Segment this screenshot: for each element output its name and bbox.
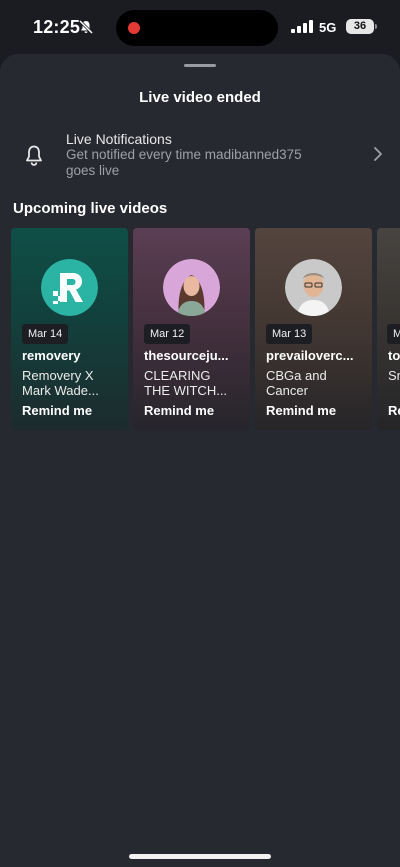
upcoming-heading: Upcoming live videos: [13, 200, 168, 217]
card-username[interactable]: prevailoverc...: [266, 348, 366, 363]
card-description: Sn Fr: [388, 368, 400, 383]
home-indicator[interactable]: [129, 854, 271, 859]
card-description: CBGa and Cancer: [266, 368, 327, 398]
upcoming-card[interactable]: Mar 14 removery Removery X Mark Wade... …: [11, 228, 128, 430]
card-username[interactable]: to: [388, 348, 400, 363]
status-bar: 12:25 5G 36: [0, 0, 400, 54]
battery-icon: 36: [346, 19, 374, 34]
upcoming-card[interactable]: M to Sn Fr Re: [377, 228, 400, 430]
bell-icon: [26, 145, 42, 166]
notifications-title: Live Notifications: [66, 131, 172, 147]
dynamic-island[interactable]: [116, 10, 278, 46]
chevron-right-icon: [374, 147, 382, 161]
network-type: 5G: [319, 20, 337, 35]
removery-logo: [41, 259, 98, 316]
silent-bell-icon: [78, 19, 94, 35]
card-description: Removery X Mark Wade...: [22, 368, 99, 398]
avatar: [41, 259, 98, 316]
date-badge: Mar 13: [266, 324, 313, 344]
sheet-title: Live video ended: [139, 89, 261, 106]
date-badge: Mar 14: [22, 324, 69, 344]
remind-me-button[interactable]: Remind me: [144, 403, 214, 418]
avatar: [163, 259, 220, 316]
date-badge: M: [387, 324, 400, 344]
card-username[interactable]: removery: [22, 348, 122, 363]
remind-me-button[interactable]: Re: [388, 403, 400, 418]
notifications-subtitle: Get notified every time madibanned375 go…: [66, 147, 302, 178]
upcoming-carousel[interactable]: Mar 14 removery Removery X Mark Wade... …: [11, 228, 400, 430]
card-username[interactable]: thesourceju...: [144, 348, 244, 363]
card-description: CLEARING THE WITCH...: [144, 368, 228, 398]
upcoming-card[interactable]: Mar 13 prevailoverc... CBGa and Cancer R…: [255, 228, 372, 430]
sheet-grabber[interactable]: [184, 64, 216, 67]
live-ended-sheet: Live video ended Live Notifications Get …: [0, 54, 400, 867]
avatar: [285, 259, 342, 316]
recording-indicator-icon: [128, 22, 140, 34]
live-notifications-row[interactable]: Live Notifications Get notified every ti…: [0, 126, 400, 182]
clock: 12:25: [33, 17, 81, 37]
upcoming-card[interactable]: Mar 12 thesourceju... CLEARING THE WITCH…: [133, 228, 250, 430]
remind-me-button[interactable]: Remind me: [266, 403, 336, 418]
battery-cap: [375, 24, 377, 29]
remind-me-button[interactable]: Remind me: [22, 403, 92, 418]
cellular-signal-icon: [291, 20, 313, 33]
date-badge: Mar 12: [144, 324, 191, 344]
